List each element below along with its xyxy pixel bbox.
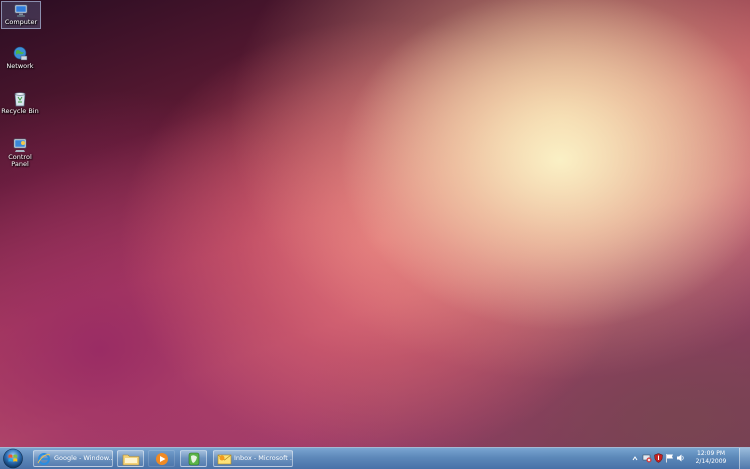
start-button[interactable] (2, 448, 24, 469)
control-panel-icon (13, 138, 27, 152)
volume-icon[interactable] (676, 453, 685, 463)
recycle-bin-icon (14, 92, 26, 107)
desktop-icon-network[interactable]: Network (1, 44, 39, 70)
security-icon[interactable] (654, 453, 663, 463)
desktop-icon-computer[interactable]: Computer (1, 1, 41, 29)
taskbar: Google - Window... Inbox - Microsoft ...… (0, 447, 750, 469)
internet-explorer-icon (37, 453, 51, 465)
show-hidden-icons-icon[interactable] (632, 455, 638, 463)
outlook-icon (217, 454, 232, 465)
folder-icon (122, 454, 140, 466)
computer-icon (14, 4, 28, 17)
taskbar-button-label: Inbox - Microsoft ... (234, 454, 293, 462)
clock-time: 12:09 PM (697, 450, 725, 457)
network-icon (13, 46, 28, 61)
taskbar-button-label: Google - Window... (54, 454, 113, 462)
desktop-icon-label: Network (6, 62, 34, 70)
desktop-icon-recycle-bin[interactable]: Recycle Bin (1, 89, 39, 115)
desktop-icon-label: Computer (4, 18, 38, 26)
desktop-icon-control-panel[interactable]: Control Panel (1, 135, 39, 168)
taskbar-button-internet-explorer[interactable]: Google - Window... (33, 450, 113, 467)
taskbar-button-explorer[interactable] (117, 450, 144, 467)
taskbar-button-outlook[interactable]: Inbox - Microsoft ... (213, 450, 293, 467)
media-player-icon (156, 453, 168, 465)
taskbar-button-media-player[interactable] (148, 450, 175, 467)
desktop[interactable]: Computer Network Recycle Bin Control Pan… (0, 0, 750, 469)
desktop-icon-label: Panel (11, 160, 29, 168)
evernote-icon (188, 452, 200, 466)
network-warning-icon[interactable] (642, 453, 652, 463)
flag-icon[interactable] (665, 453, 674, 463)
clock-date: 2/14/2009 (695, 458, 727, 465)
system-tray: 12:09 PM 2/14/2009 (632, 448, 750, 469)
show-desktop-button[interactable] (739, 448, 750, 469)
windows-logo-icon (3, 448, 23, 469)
taskbar-button-evernote[interactable] (180, 450, 207, 467)
clock[interactable]: 12:09 PM 2/14/2009 (694, 450, 728, 466)
desktop-icon-label: Recycle Bin (1, 107, 39, 115)
